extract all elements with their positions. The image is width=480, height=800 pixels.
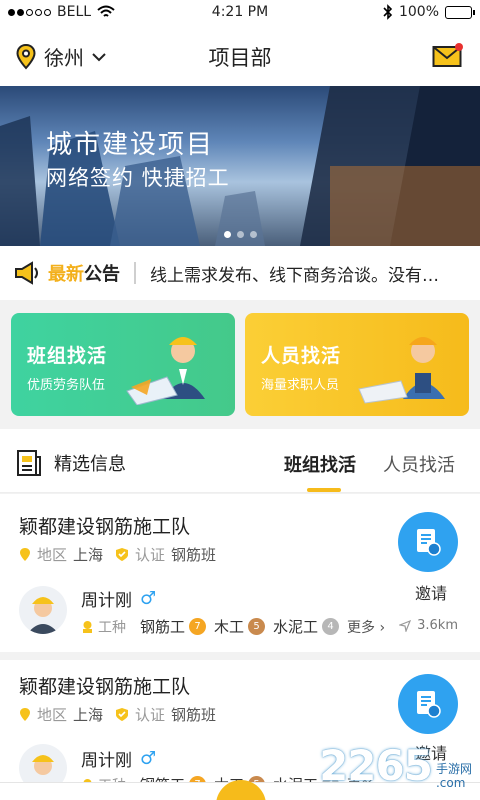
navigation-arrow-icon [399, 619, 412, 632]
team-meta: 地区 上海 认证 钢筋班 [19, 704, 216, 725]
team-name: 颖都建设钢筋施工队 [19, 676, 191, 698]
skill-name: 水泥工 [273, 618, 319, 636]
document-star-icon [417, 691, 441, 718]
team-job-card[interactable]: 班组找活 优质劳务队伍 [11, 313, 235, 416]
announcement-tag-label: 公告 [84, 264, 120, 285]
worker-name-row: 周计刚 ♂ [81, 586, 156, 611]
worker-icon [83, 620, 92, 633]
tab-worker-jobs[interactable]: 人员找活 [383, 451, 455, 477]
team-job-title: 班组找活 [27, 345, 108, 367]
skill-row: 工种 钢筋工7 木工5 水泥工4 更多 › [81, 616, 385, 637]
level-badge: 7 [189, 618, 207, 635]
watermark-cn: 手游网 [435, 762, 472, 776]
avatar [19, 586, 67, 634]
engineer-with-blueprint-icon [126, 337, 205, 405]
location-pin-icon [20, 708, 30, 721]
shield-check-icon [116, 548, 129, 561]
cert-label: 认证 [135, 706, 166, 724]
announcement-bar[interactable]: 最新 公告 线上需求发布、线下商务洽谈。没有中介费 [0, 246, 480, 300]
banner-title: 城市建设项目 [46, 130, 215, 160]
announcement-tag-new: 最新 [48, 264, 84, 285]
worker-name: 周计刚 [81, 591, 132, 611]
battery-icon [445, 5, 475, 19]
cert-value: 钢筋班 [171, 546, 217, 564]
area-value: 上海 [73, 706, 104, 724]
page-title: 项目部 [208, 46, 272, 70]
announcement-tag: 最新 公告 [14, 260, 120, 286]
male-icon: ♂ [140, 588, 157, 609]
area-value: 上海 [73, 546, 104, 564]
work-type-label: 工种 [98, 619, 126, 636]
list-item[interactable]: 颖都建设钢筋施工队 地区 上海 认证 钢筋班 邀请 周计刚 ♂ 工种 钢筋工7 … [0, 494, 480, 652]
cert-label: 认证 [135, 546, 166, 564]
announcement-text: 线上需求发布、线下商务洽谈。没有中介费 [150, 265, 450, 286]
shield-check-icon [116, 708, 129, 721]
worker-job-subtitle: 海量求职人员 [261, 378, 340, 393]
skill-name: 木工 [214, 618, 245, 636]
home-tab-button[interactable] [216, 780, 266, 800]
level-badge: 5 [248, 618, 266, 635]
skill-name: 钢筋工 [140, 618, 186, 636]
tab-team-jobs[interactable]: 班组找活 [284, 451, 356, 477]
carousel-indicator [0, 231, 480, 238]
mail-icon [432, 43, 463, 67]
invite-button[interactable] [398, 512, 458, 572]
location-pin-icon [20, 548, 30, 561]
watermark-text: 手游网 .com [436, 762, 472, 790]
worker-name: 周计刚 [81, 751, 132, 771]
level-badge: 4 [322, 618, 340, 635]
cert-value: 钢筋班 [171, 706, 217, 724]
area-label: 地区 [37, 706, 68, 724]
male-icon: ♂ [140, 748, 157, 769]
battery-percent: 100% [398, 4, 439, 20]
watermark-url: .com [435, 776, 466, 790]
entry-cards: 班组找活 优质劳务队伍 人员找活 海量求职人员 [0, 300, 480, 422]
worker-job-title: 人员找活 [261, 345, 342, 367]
worker-with-plans-icon [358, 337, 445, 404]
more-label: 更多 [347, 619, 376, 636]
active-tab-indicator [307, 488, 341, 492]
document-star-icon [417, 529, 441, 556]
divider [0, 652, 480, 660]
invite-label: 邀请 [414, 584, 447, 603]
team-name: 颖都建设钢筋施工队 [19, 516, 191, 538]
banner-carousel[interactable]: 城市建设项目 网络签约 快捷招工 [0, 86, 480, 246]
watermark-logo: 2265 手游网 .com [319, 741, 472, 790]
invite-button[interactable] [398, 674, 458, 734]
watermark-number: 2265 [319, 741, 433, 790]
worker-name-row: 周计刚 ♂ [81, 746, 156, 771]
worker-job-card[interactable]: 人员找活 海量求职人员 [245, 313, 469, 416]
more-link[interactable]: 更多 › [347, 617, 385, 637]
team-meta: 地区 上海 认证 钢筋班 [19, 544, 216, 565]
distance-value: 3.6km [417, 618, 458, 633]
status-bar: BELL 4:21 PM 100% [0, 0, 480, 26]
area-label: 地区 [37, 546, 68, 564]
navbar: 徐州 项目部 [0, 26, 480, 86]
divider [134, 262, 136, 284]
section-title: 精选信息 [54, 454, 126, 475]
banner-subtitle: 网络签约 快捷招工 [46, 166, 230, 190]
message-button[interactable] [432, 42, 464, 72]
megaphone-icon [15, 261, 38, 285]
team-job-subtitle: 优质劳务队伍 [27, 378, 106, 393]
section-header: 精选信息 班组找活 人员找活 [0, 429, 480, 493]
bluetooth-icon [383, 4, 393, 20]
distance: 3.6km [399, 618, 458, 633]
newspaper-icon [17, 450, 41, 476]
